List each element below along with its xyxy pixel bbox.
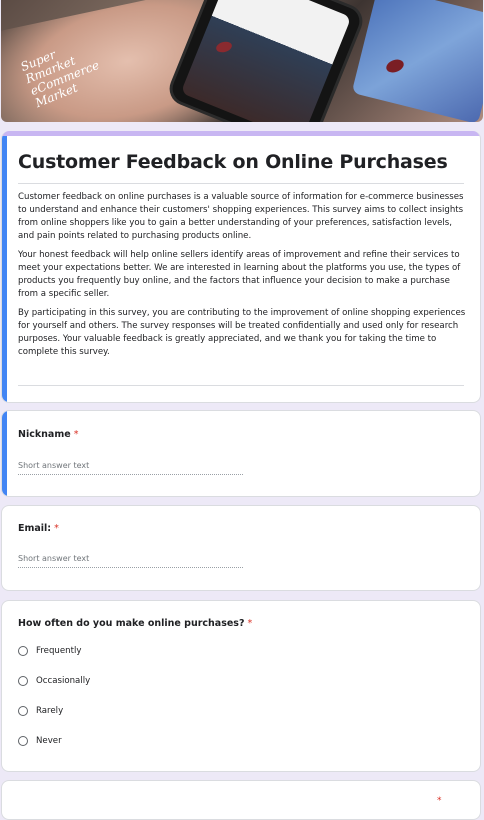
email-input[interactable]: [18, 549, 243, 568]
radio-button[interactable]: [18, 736, 28, 746]
credit-card-graphic: [351, 0, 483, 122]
theme-top-bar: [2, 131, 480, 136]
description-paragraph: Your honest feedback will help online se…: [18, 250, 461, 299]
radio-option-label: Never: [36, 736, 62, 746]
question-label: Email:: [18, 523, 52, 534]
radio-option-frequently[interactable]: Frequently: [18, 643, 81, 659]
question-card-next: *: [1, 780, 481, 820]
radio-button[interactable]: [18, 706, 28, 716]
form-description: Customer feedback on online purchases is…: [18, 191, 466, 365]
description-paragraph: By participating in this survey, you are…: [18, 308, 466, 357]
question-card-nickname: Nickname *: [1, 410, 481, 497]
required-asterisk: *: [73, 429, 79, 440]
question-card-purchase-frequency: How often do you make online purchases? *…: [1, 600, 481, 772]
header-banner-image: Super Rmarket eCommerce Market: [1, 0, 483, 122]
active-card-indicator: [2, 411, 7, 496]
divider: [18, 385, 464, 386]
radio-option-label: Frequently: [36, 646, 82, 656]
required-asterisk: *: [247, 618, 253, 629]
question-label: How often do you make online purchases?: [18, 618, 245, 629]
question-card-email: Email: *: [1, 505, 481, 591]
divider: [18, 183, 464, 184]
description-paragraph: Customer feedback on online purchases is…: [18, 192, 464, 241]
radio-button[interactable]: [18, 676, 28, 686]
radio-option-rarely[interactable]: Rarely: [18, 703, 63, 719]
question-label: Nickname: [18, 429, 71, 440]
nickname-input[interactable]: [18, 456, 243, 475]
question-title: Nickname *: [18, 429, 78, 440]
required-asterisk: *: [437, 796, 442, 806]
radio-option-label: Occasionally: [36, 676, 91, 686]
radio-button[interactable]: [18, 646, 28, 656]
question-title: Email: *: [18, 523, 59, 534]
question-title: How often do you make online purchases? *: [18, 618, 252, 629]
form-header-card: Customer Feedback on Online Purchases Cu…: [1, 131, 481, 403]
radio-option-occasionally[interactable]: Occasionally: [18, 673, 90, 689]
required-asterisk: *: [54, 523, 59, 534]
phone-screen: [180, 0, 352, 122]
radio-option-label: Rarely: [36, 706, 64, 716]
form-title: Customer Feedback on Online Purchases: [18, 151, 448, 173]
radio-option-never[interactable]: Never: [18, 733, 62, 749]
active-card-indicator: [2, 136, 7, 402]
